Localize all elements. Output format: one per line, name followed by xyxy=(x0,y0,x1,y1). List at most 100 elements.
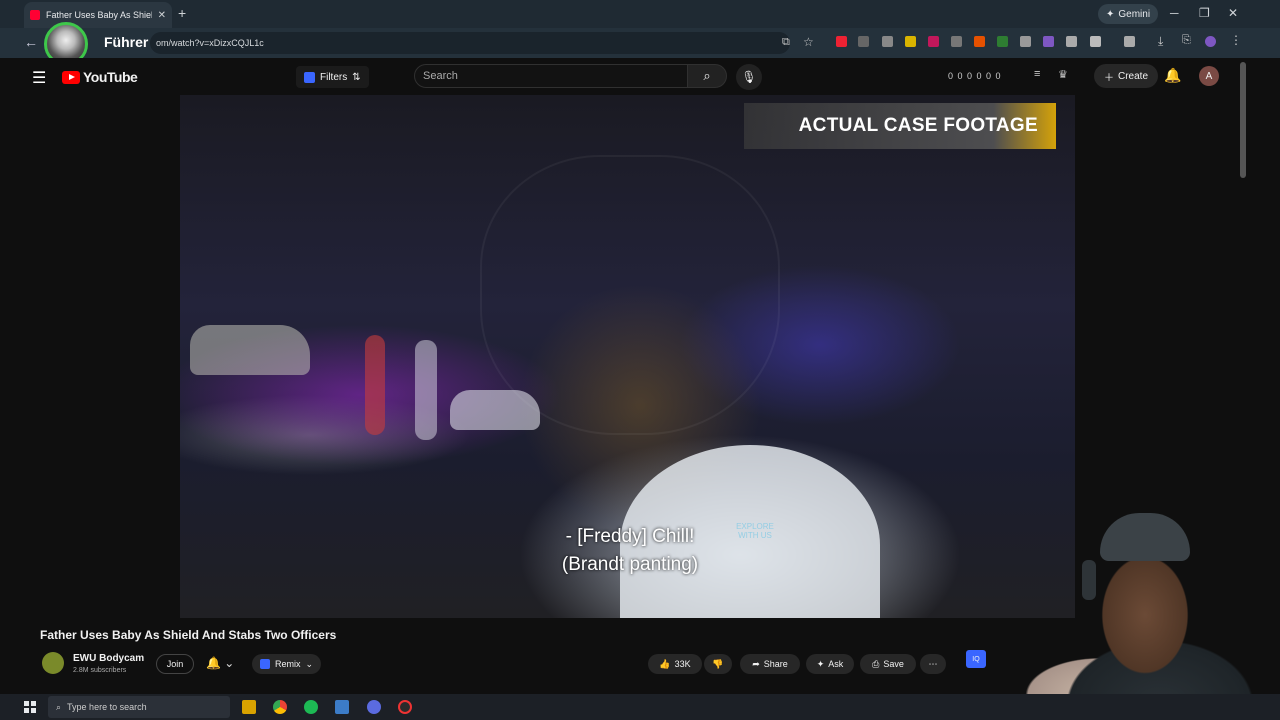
browser-tab[interactable]: Father Uses Baby As Shield And Stabs Two… xyxy=(24,2,172,28)
trophy-icon[interactable]: ♛ xyxy=(1058,68,1068,81)
iq-icon xyxy=(304,71,315,83)
ask-button[interactable]: ✦ Ask xyxy=(806,654,854,674)
extension-icon[interactable] xyxy=(997,36,1008,47)
extension-icon[interactable] xyxy=(1020,36,1031,47)
sparkle-icon: ✦ xyxy=(1106,8,1115,20)
video-scene-person xyxy=(365,335,385,435)
sliders-icon: ⇅ xyxy=(352,71,361,83)
browser-tab-bar: Father Uses Baby As Shield And Stabs Two… xyxy=(0,0,1280,28)
youtube-logo[interactable]: YouTube xyxy=(62,69,138,85)
close-tab-icon[interactable]: ✕ xyxy=(158,10,166,21)
gemini-button[interactable]: ✦ Gemini xyxy=(1098,4,1159,24)
file-explorer-icon[interactable] xyxy=(242,700,256,714)
streamer-webcam xyxy=(990,505,1280,720)
more-horizontal-icon: ⋯ xyxy=(928,658,938,669)
share-button[interactable]: ➦ Share xyxy=(740,654,800,674)
extension-stats: 0 0 0 0 0 0 xyxy=(948,71,1002,81)
thumbs-down-icon: 👎 xyxy=(712,658,724,669)
puzzle-extensions-icon[interactable] xyxy=(1090,36,1101,47)
page-scrollbar[interactable] xyxy=(1240,62,1246,178)
channel-avatar[interactable] xyxy=(42,652,64,674)
side-panel-icon[interactable] xyxy=(1124,36,1135,47)
chrome-icon[interactable] xyxy=(273,700,287,714)
search-input[interactable]: Search xyxy=(414,64,688,88)
notifications-bell-icon[interactable]: 🔔 xyxy=(1164,67,1181,84)
thumbs-up-icon: 👍 xyxy=(659,658,671,669)
gemini-label: Gemini xyxy=(1118,8,1151,20)
share-label: Share xyxy=(763,659,788,669)
search-button[interactable]: ⌕ xyxy=(687,64,727,88)
create-button[interactable]: ＋ Create xyxy=(1094,64,1159,88)
search-icon: ⌕ xyxy=(56,701,62,712)
profile-icon[interactable] xyxy=(1205,36,1216,47)
youtube-favicon-icon xyxy=(30,10,40,20)
filters-button[interactable]: Filters ⇅ xyxy=(296,66,369,88)
url-field[interactable]: om/watch?v=xDizxCQJL1c xyxy=(150,32,790,54)
extension-icon[interactable] xyxy=(974,36,985,47)
remix-button[interactable]: Remix ⌄ xyxy=(252,654,322,674)
windows-start-icon[interactable] xyxy=(24,701,36,713)
windows-taskbar: ⌕ Type here to search xyxy=(0,694,1280,720)
footage-badge: ACTUAL CASE FOOTAGE xyxy=(744,103,1056,149)
spotify-icon[interactable] xyxy=(304,700,318,714)
discord-icon[interactable] xyxy=(367,700,381,714)
remix-label: Remix xyxy=(275,659,301,669)
cast-icon[interactable]: ⧉ xyxy=(782,36,790,49)
minimize-icon[interactable]: ─ xyxy=(1170,6,1179,20)
url-text: om/watch?v=xDizxCQJL1c xyxy=(156,38,264,48)
iq-extension-button[interactable]: IQ xyxy=(966,650,986,668)
share-arrow-icon: ➦ xyxy=(752,658,760,669)
webcam-cap xyxy=(1100,513,1190,561)
microphone-icon: 🎙 xyxy=(741,70,757,84)
extension-icon[interactable] xyxy=(836,36,847,47)
youtube-play-icon xyxy=(62,70,80,84)
subscription-bell-button[interactable]: 🔔 ⌄ xyxy=(206,656,234,670)
taskbar-search-box[interactable]: ⌕ Type here to search xyxy=(48,696,230,718)
iq-icon: IQ xyxy=(972,655,980,663)
youtube-logo-text: YouTube xyxy=(83,69,138,85)
customize-icon[interactable]: ⎘ xyxy=(1182,34,1191,47)
footage-badge-text: ACTUAL CASE FOOTAGE xyxy=(798,115,1038,136)
video-player[interactable]: ACTUAL CASE FOOTAGE EXPLORE WITH US - [F… xyxy=(180,95,1075,618)
download-icon[interactable]: ⤓ xyxy=(1158,34,1163,49)
extension-icon[interactable] xyxy=(905,36,916,47)
video-scene-person xyxy=(415,340,437,440)
channel-name[interactable]: EWU Bodycam xyxy=(73,653,144,664)
ask-label: Ask xyxy=(828,659,844,669)
join-button[interactable]: Join xyxy=(156,654,194,674)
like-button[interactable]: 👍 33K xyxy=(648,654,702,674)
filters-label: Filters xyxy=(320,71,348,83)
search-icon: ⌕ xyxy=(703,68,711,83)
extension-icon[interactable] xyxy=(951,36,962,47)
search-placeholder: Search xyxy=(423,70,458,82)
hamburger-menu-icon[interactable]: ☰ xyxy=(32,68,46,88)
extension-icon[interactable] xyxy=(928,36,939,47)
voice-search-button[interactable]: 🎙 xyxy=(736,64,762,90)
bookmark-star-icon[interactable]: ☆ xyxy=(803,35,814,49)
extension-icon[interactable] xyxy=(882,36,893,47)
extension-icon[interactable] xyxy=(858,36,869,47)
list-icon[interactable]: ≡ xyxy=(1034,68,1040,80)
more-actions-button[interactable]: ⋯ xyxy=(920,654,946,674)
extension-icon[interactable] xyxy=(1043,36,1054,47)
subtitle-line: - [Freddy] Chill! xyxy=(565,526,695,547)
save-button[interactable]: ⎙ Save xyxy=(860,654,916,674)
chevron-down-icon: ⌄ xyxy=(224,656,235,670)
webcam-headset xyxy=(1082,560,1096,600)
address-bar-row: ← om/watch?v=xDizxCQJL1c ⧉ ☆ xyxy=(0,28,1280,58)
bookmark-icon: ⎙ xyxy=(872,658,880,669)
app-icon[interactable] xyxy=(335,700,349,714)
account-avatar[interactable]: A xyxy=(1199,66,1219,86)
chevron-down-icon: ⌄ xyxy=(305,658,314,669)
video-scene-car xyxy=(450,390,540,430)
dislike-button[interactable]: 👎 xyxy=(704,654,732,674)
bell-icon: 🔔 xyxy=(206,656,221,670)
video-subtitles: - [Freddy] Chill! (Brandt panting) xyxy=(520,523,740,579)
kebab-menu-icon[interactable]: ⋮ xyxy=(1230,33,1242,47)
obs-icon[interactable] xyxy=(398,700,412,714)
extension-icon[interactable] xyxy=(1066,36,1077,47)
close-window-icon[interactable]: ✕ xyxy=(1228,6,1238,20)
new-tab-icon[interactable]: + xyxy=(178,5,186,21)
back-arrow-icon[interactable]: ← xyxy=(24,34,38,50)
restore-icon[interactable]: ❐ xyxy=(1199,6,1210,20)
